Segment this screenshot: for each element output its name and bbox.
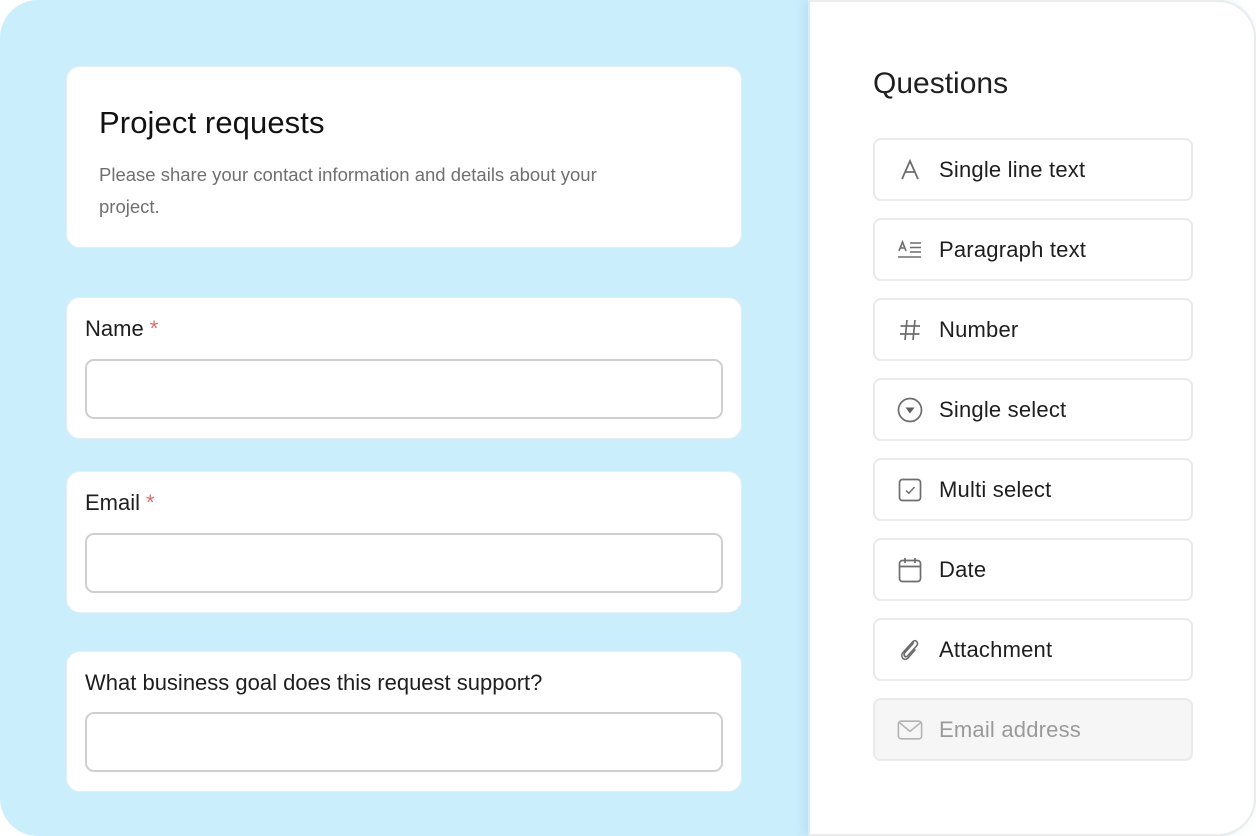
name-input[interactable] <box>85 359 723 419</box>
question-type-label: Multi select <box>939 476 1052 502</box>
question-type-label: Attachment <box>939 636 1053 662</box>
envelope-icon <box>897 717 923 743</box>
question-type-single-select[interactable]: Single select <box>873 378 1193 441</box>
question-type-multi-select[interactable]: Multi select <box>873 458 1193 521</box>
form-description: Please share your contact information an… <box>99 164 597 217</box>
dropdown-circle-icon <box>897 397 923 423</box>
form-header-card: Project requests Please share your conta… <box>66 66 742 248</box>
paragraph-text-icon <box>897 237 923 263</box>
question-card-business-goal: What business goal does this request sup… <box>66 651 742 792</box>
question-label: Email * <box>85 490 155 516</box>
question-type-label: Number <box>939 316 1019 342</box>
letter-a-icon <box>897 157 923 183</box>
question-type-label: Paragraph text <box>939 236 1087 262</box>
required-asterisk: * <box>146 490 155 515</box>
question-label: What business goal does this request sup… <box>85 670 542 696</box>
required-asterisk: * <box>149 316 159 341</box>
question-card-email: Email * <box>66 471 742 613</box>
question-label-text: What business goal does this request sup… <box>85 670 543 695</box>
question-card-name: Name * <box>66 297 742 439</box>
question-type-paragraph-text[interactable]: Paragraph text <box>873 218 1193 281</box>
question-type-attachment[interactable]: Attachment <box>873 618 1193 681</box>
form-title: Project requests <box>99 105 325 140</box>
questions-panel: Questions Single line text Paragraph tex… <box>808 0 1256 836</box>
calendar-icon <box>897 557 923 583</box>
question-type-number[interactable]: Number <box>873 298 1193 361</box>
paperclip-icon <box>897 637 923 663</box>
business-goal-input[interactable] <box>85 712 723 772</box>
checkbox-icon <box>897 477 923 503</box>
email-input[interactable] <box>85 533 723 593</box>
hash-icon <box>897 317 923 343</box>
panel-title: Questions <box>873 67 1009 100</box>
question-type-label: Single line text <box>939 156 1086 182</box>
question-type-label: Email address <box>939 716 1081 742</box>
question-type-email-address[interactable]: Email address <box>873 698 1193 761</box>
question-label: Name * <box>85 316 158 342</box>
question-type-single-line-text[interactable]: Single line text <box>873 138 1193 201</box>
question-type-label: Date <box>939 556 987 582</box>
question-label-text: Name <box>85 316 144 341</box>
question-type-date[interactable]: Date <box>873 538 1193 601</box>
question-type-label: Single select <box>939 396 1067 422</box>
question-label-text: Email <box>85 490 141 515</box>
